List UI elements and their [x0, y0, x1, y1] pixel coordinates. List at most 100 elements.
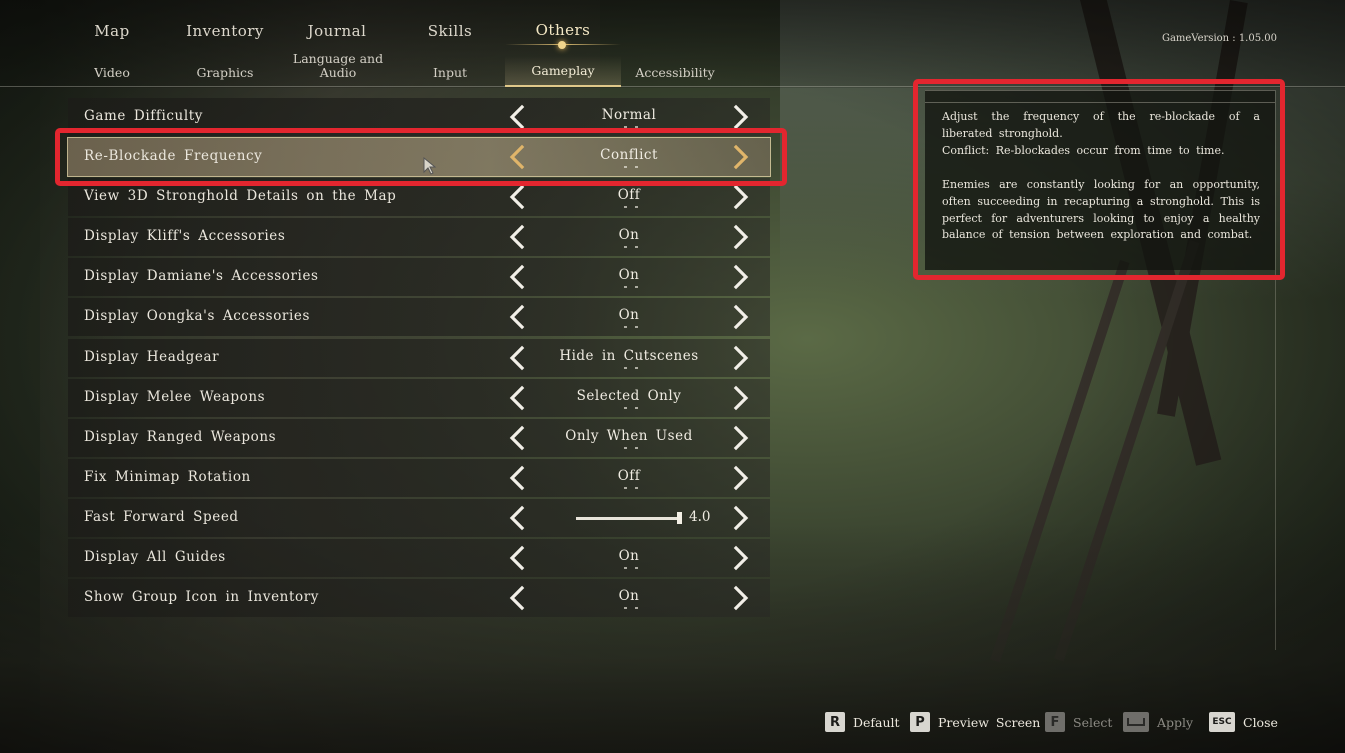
setting-row[interactable]: Display Ranged Weapons Only When Used: [68, 418, 770, 457]
previous-option-arrow-icon[interactable]: [505, 304, 531, 330]
option-page-dots: [624, 286, 638, 289]
previous-option-arrow-icon[interactable]: [505, 184, 531, 210]
setting-row[interactable]: Display Melee Weapons Selected Only: [68, 378, 770, 417]
next-option-arrow-icon[interactable]: [727, 505, 753, 531]
tab-map[interactable]: Map: [57, 22, 167, 40]
next-option-arrow-icon[interactable]: [727, 144, 753, 170]
tab-journal[interactable]: Journal: [282, 22, 392, 40]
next-option-arrow-icon[interactable]: [727, 264, 753, 290]
next-option-arrow-icon[interactable]: [727, 585, 753, 611]
subtab-video[interactable]: Video: [57, 66, 167, 80]
previous-option-arrow-icon[interactable]: [505, 104, 531, 130]
description-panel: Adjust the frequency of the re-blockade …: [925, 90, 1275, 270]
subtab-language-audio[interactable]: Language and Audio: [282, 52, 394, 80]
setting-label: Fast Forward Speed: [84, 508, 239, 525]
next-option-arrow-icon[interactable]: [727, 425, 753, 451]
setting-value: Off: [617, 467, 641, 484]
description-text-1: Adjust the frequency of the re-blockade …: [942, 110, 1260, 140]
setting-value: On: [618, 227, 640, 244]
setting-label: Display Ranged Weapons: [84, 428, 277, 445]
setting-value: On: [618, 267, 640, 284]
option-page-dots: [624, 246, 638, 249]
setting-label: Fix Minimap Rotation: [84, 468, 251, 485]
previous-option-arrow-icon[interactable]: [505, 505, 531, 531]
setting-row[interactable]: View 3D Stronghold Details on the Map Off: [68, 178, 770, 217]
tab-inventory[interactable]: Inventory: [170, 22, 280, 40]
setting-row[interactable]: Display Damiane's Accessories On: [68, 258, 770, 297]
panel-divider: [1275, 90, 1276, 650]
setting-label: Show Group Icon in Inventory: [84, 589, 319, 606]
default-label: Default: [853, 714, 900, 730]
apply-label: Apply: [1157, 714, 1194, 730]
setting-label: Display All Guides: [84, 549, 226, 566]
speed-slider-track[interactable]: [576, 516, 682, 520]
setting-row[interactable]: Re-Blockade Frequency Conflict: [67, 137, 771, 178]
next-option-arrow-icon[interactable]: [727, 345, 753, 371]
default-hint[interactable]: R Default: [825, 712, 900, 732]
option-page-dots: [624, 326, 638, 329]
option-page-dots: [624, 607, 638, 610]
subtab-graphics[interactable]: Graphics: [170, 66, 280, 80]
setting-value: Off: [617, 187, 641, 204]
preview-screen-label: Preview Screen: [938, 714, 1041, 730]
previous-option-arrow-icon[interactable]: [505, 585, 531, 611]
option-page-dots: [624, 166, 638, 169]
apply-hint[interactable]: Apply: [1123, 712, 1193, 732]
previous-option-arrow-icon[interactable]: [505, 545, 531, 571]
previous-option-arrow-icon[interactable]: [505, 425, 531, 451]
close-hint[interactable]: ESC Close: [1209, 712, 1278, 732]
setting-value: Selected Only: [576, 387, 682, 404]
setting-row[interactable]: Display Headgear Hide in Cutscenes: [68, 338, 770, 377]
next-option-arrow-icon[interactable]: [727, 104, 753, 130]
previous-option-arrow-icon[interactable]: [505, 264, 531, 290]
active-tab-indicator: [558, 41, 566, 49]
option-page-dots: [624, 406, 638, 409]
setting-value: Only When Used: [565, 427, 693, 444]
tab-skills[interactable]: Skills: [395, 22, 505, 40]
setting-label: Display Melee Weapons: [84, 388, 266, 405]
previous-option-arrow-icon[interactable]: [505, 144, 531, 170]
description-text-2: Conflict: Re-blockades occur from time t…: [942, 144, 1225, 157]
setting-row[interactable]: Display Oongka's Accessories On: [68, 298, 770, 337]
setting-row[interactable]: Display Kliff's Accessories On: [68, 218, 770, 257]
previous-option-arrow-icon[interactable]: [505, 345, 531, 371]
setting-row[interactable]: Display All Guides On: [68, 539, 770, 578]
option-page-dots: [624, 366, 638, 369]
setting-label: Display Damiane's Accessories: [84, 268, 319, 285]
subtab-accessibility[interactable]: Accessibility: [620, 66, 730, 80]
next-option-arrow-icon[interactable]: [727, 465, 753, 491]
key-p-icon: P: [910, 712, 930, 732]
preview-screen-hint[interactable]: P Preview Screen: [910, 712, 1040, 732]
setting-label: Display Kliff's Accessories: [84, 228, 286, 245]
subtab-input[interactable]: Input: [395, 66, 505, 80]
tab-others[interactable]: Others: [508, 21, 618, 39]
key-esc-icon: ESC: [1209, 712, 1235, 732]
setting-row[interactable]: Show Group Icon in Inventory On: [68, 579, 770, 618]
previous-option-arrow-icon[interactable]: [505, 224, 531, 250]
description-divider: [925, 102, 1275, 103]
option-page-dots: [624, 567, 638, 570]
setting-value: Hide in Cutscenes: [559, 347, 699, 364]
game-version: GameVersion : 1.05.00: [1161, 33, 1277, 44]
option-page-dots: [624, 486, 638, 489]
setting-value: On: [618, 588, 640, 605]
subtab-gameplay[interactable]: Gameplay: [508, 64, 618, 78]
next-option-arrow-icon[interactable]: [727, 224, 753, 250]
setting-value: Normal: [601, 107, 657, 123]
setting-row[interactable]: Game Difficulty Normal: [68, 98, 770, 136]
setting-label: Display Headgear: [84, 348, 220, 365]
next-option-arrow-icon[interactable]: [727, 184, 753, 210]
setting-row[interactable]: Fast Forward Speed 4.0: [68, 498, 770, 537]
next-option-arrow-icon[interactable]: [727, 304, 753, 330]
key-f-icon: F: [1045, 712, 1065, 732]
previous-option-arrow-icon[interactable]: [505, 465, 531, 491]
setting-row[interactable]: Fix Minimap Rotation Off: [68, 458, 770, 497]
previous-option-arrow-icon[interactable]: [505, 385, 531, 411]
select-hint[interactable]: F Select: [1045, 712, 1112, 732]
close-label: Close: [1243, 714, 1278, 730]
next-option-arrow-icon[interactable]: [727, 545, 753, 571]
speed-slider-knob[interactable]: [676, 511, 682, 524]
settings-list: Game Difficulty Normal Re-Blockade Frequen…: [67, 98, 771, 619]
setting-label: Display Oongka's Accessories: [84, 308, 311, 325]
next-option-arrow-icon[interactable]: [727, 385, 753, 411]
